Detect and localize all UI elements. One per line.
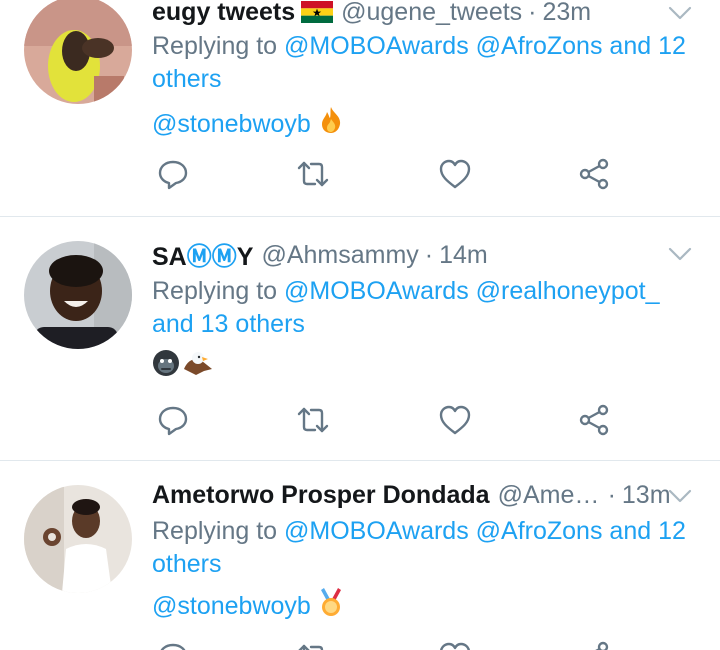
- replying-to: Replying to @MOBOAwards @AfroZons and 12…: [152, 515, 700, 581]
- like-button[interactable]: [437, 639, 473, 650]
- medal-emoji-icon: [319, 587, 343, 626]
- like-button[interactable]: [437, 402, 473, 438]
- ghana-flag-icon: [301, 1, 334, 23]
- share-button[interactable]: [577, 156, 613, 192]
- chevron-down-icon[interactable]: [668, 6, 692, 20]
- share-icon: [579, 158, 609, 190]
- retweet-button[interactable]: [295, 156, 331, 192]
- timestamp[interactable]: 13m: [622, 481, 671, 510]
- gorilla-emoji-icon: [152, 349, 180, 386]
- user-handle[interactable]: @Ahmsammy: [261, 241, 418, 270]
- replying-to-prefix: Replying to: [152, 32, 285, 60]
- share-icon: [579, 404, 609, 436]
- share-button[interactable]: [577, 402, 613, 438]
- display-name-part: Ⓜ: [186, 243, 212, 271]
- share-icon: [595, 641, 609, 650]
- tweet-actions: [152, 156, 622, 192]
- tweet-actions: [152, 639, 622, 650]
- tweet-item[interactable]: SAⓂⓂY @Ahmsammy · 14m Replying to @MOBOA…: [0, 217, 720, 461]
- timestamp[interactable]: 23m: [543, 0, 592, 27]
- reply-others-link[interactable]: and 13 others: [152, 310, 305, 338]
- reply-icon: [158, 406, 188, 436]
- like-button[interactable]: [437, 156, 473, 192]
- eagle-emoji-icon: [182, 349, 214, 386]
- reply-mentions-link[interactable]: @MOBOAwards @realhoneypot_: [284, 277, 659, 305]
- reply-icon: [160, 643, 186, 650]
- body-mention-link[interactable]: @stonebwoyb: [152, 108, 311, 141]
- display-name-part: Ⓜ: [211, 243, 237, 271]
- retweet-button[interactable]: [295, 639, 331, 650]
- separator-dot: ·: [607, 480, 616, 509]
- display-name[interactable]: SAⓂⓂY: [152, 237, 253, 273]
- reply-icon: [158, 160, 188, 190]
- chevron-down-icon[interactable]: [668, 489, 692, 503]
- display-name[interactable]: eugy tweets: [152, 0, 295, 27]
- reply-button[interactable]: [155, 639, 191, 650]
- reply-mentions-link[interactable]: @MOBOAwards @AfroZons: [284, 32, 602, 60]
- avatar[interactable]: [24, 0, 132, 104]
- tweet-text: [152, 349, 214, 386]
- replying-to: Replying to @MOBOAwards @realhoneypot_ a…: [152, 275, 700, 341]
- reply-button[interactable]: [155, 156, 191, 192]
- avatar[interactable]: [24, 485, 132, 593]
- retweet-icon: [297, 407, 329, 433]
- separator-dot: ·: [424, 240, 434, 269]
- replying-to-prefix: Replying to: [152, 517, 285, 545]
- body-mention-link[interactable]: @stonebwoyb: [152, 590, 311, 623]
- tweet-text: @stonebwoyb: [152, 587, 343, 626]
- replying-to: Replying to @MOBOAwards @AfroZons and 12…: [152, 30, 700, 96]
- retweet-button[interactable]: [295, 402, 331, 438]
- tweet-item[interactable]: eugy tweets @ugene_tweets · 23m Replying…: [0, 0, 720, 217]
- tweet-actions: [152, 402, 622, 438]
- fire-emoji-icon: [319, 106, 343, 143]
- reply-mentions-link[interactable]: @MOBOAwards @AfroZons: [284, 517, 602, 545]
- tweet-header: eugy tweets @ugene_tweets · 23m: [152, 0, 690, 28]
- avatar[interactable]: [24, 241, 132, 349]
- share-button[interactable]: [577, 639, 613, 650]
- display-name-part: SA: [152, 243, 187, 271]
- display-name[interactable]: Ametorwo Prosper Dondada: [152, 481, 490, 510]
- like-icon: [439, 405, 471, 435]
- retweet-icon: [298, 644, 324, 650]
- reply-button[interactable]: [155, 402, 191, 438]
- tweet-header: SAⓂⓂY @Ahmsammy · 14m: [152, 237, 690, 273]
- separator-dot: ·: [528, 0, 537, 26]
- like-icon: [440, 642, 470, 650]
- like-icon: [439, 159, 471, 189]
- tweet-text: @stonebwoyb: [152, 106, 343, 143]
- tweet-item[interactable]: Ametorwo Prosper Dondada @Amet… · 13m Re…: [0, 461, 720, 650]
- user-handle[interactable]: @ugene_tweets: [341, 0, 522, 27]
- replying-to-prefix: Replying to: [152, 277, 285, 305]
- tweet-header: Ametorwo Prosper Dondada @Amet… · 13m: [152, 479, 690, 511]
- retweet-icon: [297, 161, 329, 187]
- user-handle[interactable]: @Amet…: [498, 481, 602, 510]
- timestamp[interactable]: 14m: [439, 241, 488, 270]
- chevron-down-icon[interactable]: [668, 247, 692, 261]
- display-name-part: Y: [236, 243, 254, 271]
